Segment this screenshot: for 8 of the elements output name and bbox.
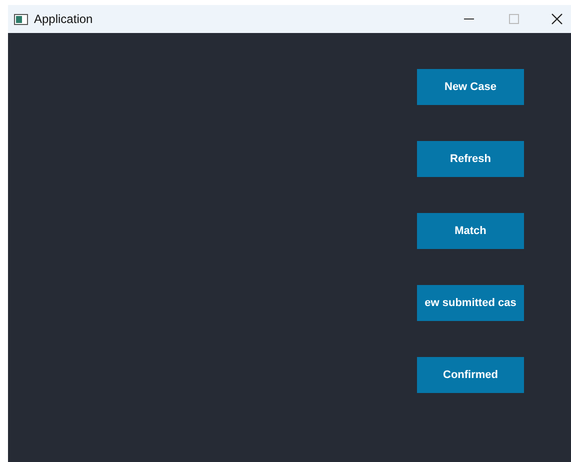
action-button[interactable]: Confirmed xyxy=(417,357,524,393)
action-button[interactable]: Refresh xyxy=(417,141,524,177)
app-icon xyxy=(14,14,28,24)
action-button[interactable]: Match xyxy=(417,213,524,249)
window-title: Application xyxy=(34,11,93,28)
close-icon[interactable] xyxy=(551,13,563,25)
action-button[interactable]: ew submitted cas xyxy=(417,285,524,321)
action-button[interactable]: New Case xyxy=(417,69,524,105)
